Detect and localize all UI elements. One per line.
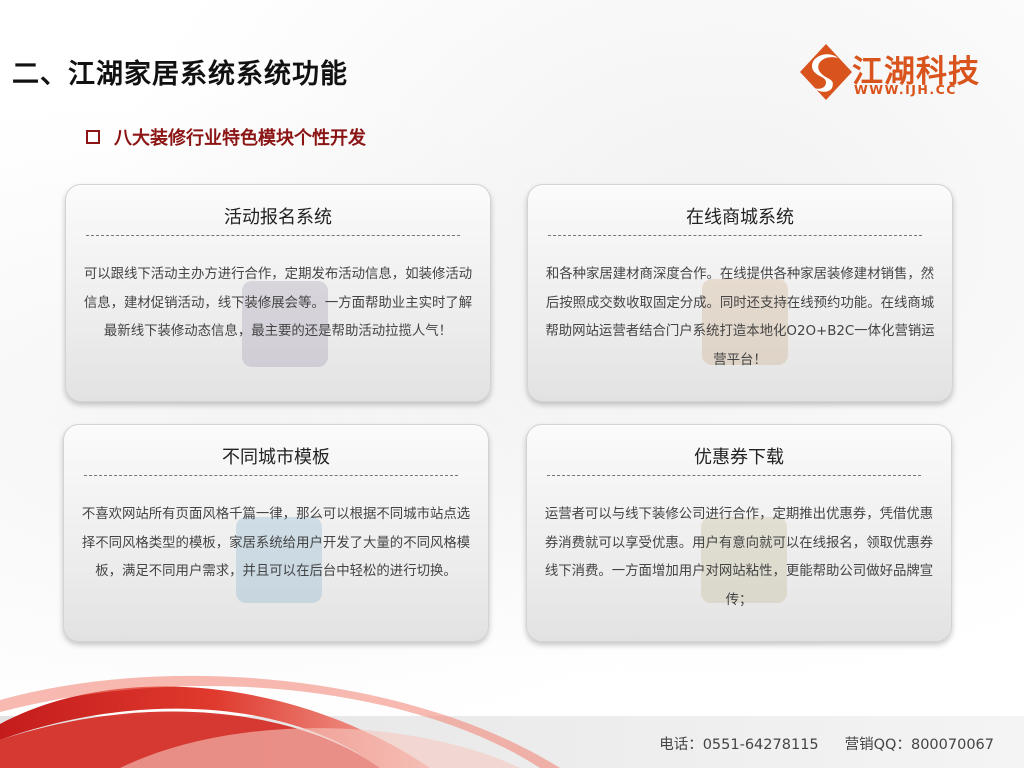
card-body: 和各种家居建材商深度合作。在线提供各种家居装修建材销售，然后按照成交数收取固定分… — [545, 267, 935, 368]
card-title: 不同城市模板 — [222, 447, 330, 468]
card-title: 优惠券下载 — [694, 447, 784, 468]
page-title: 二、江湖家居系统系统功能 — [12, 59, 348, 90]
logo-mark-icon — [800, 44, 852, 100]
subtitle-text: 八大装修行业特色模块个性开发 — [114, 128, 366, 149]
footer-qq: 营销QQ：800070067 — [844, 737, 994, 753]
logo-url: WWW.IJH.CC — [854, 82, 957, 97]
feature-card-city-templates: 不同城市模板 不喜欢网站所有页面风格千篇一律，那么可以根据不同城市站点选择不同风… — [63, 424, 489, 642]
feature-card-online-mall: 在线商城系统 和各种家居建材商深度合作。在线提供各种家居装修建材销售，然后按照成… — [527, 184, 953, 402]
card-title: 活动报名系统 — [224, 207, 332, 228]
card-divider — [86, 235, 460, 236]
card-title: 在线商城系统 — [686, 207, 794, 228]
checkbox-square-icon — [86, 130, 100, 144]
footer-contact: 电话：0551-64278115 营销QQ：800070067 — [659, 733, 994, 754]
footer-phone: 电话：0551-64278115 — [659, 737, 819, 753]
card-divider — [548, 235, 922, 236]
card-body: 不喜欢网站所有页面风格千篇一律，那么可以根据不同城市站点选择不同风格类型的模板，… — [81, 507, 471, 579]
section-subtitle: 八大装修行业特色模块个性开发 — [86, 124, 366, 150]
card-body: 可以跟线下活动主办方进行合作，定期发布活动信息，如装修活动信息，建材促销活动，线… — [83, 267, 473, 339]
card-divider — [547, 475, 921, 476]
card-divider — [84, 475, 458, 476]
feature-card-event-signup: 活动报名系统 可以跟线下活动主办方进行合作，定期发布活动信息，如装修活动信息，建… — [65, 184, 491, 402]
card-body: 运营者可以与线下装修公司进行合作，定期推出优惠券，凭借优惠券消费就可以享受优惠。… — [544, 507, 934, 608]
feature-card-coupon-download: 优惠券下载 运营者可以与线下装修公司进行合作，定期推出优惠券，凭借优惠券消费就可… — [526, 424, 952, 642]
company-logo: 江湖科技 WWW.IJH.CC — [798, 42, 988, 104]
